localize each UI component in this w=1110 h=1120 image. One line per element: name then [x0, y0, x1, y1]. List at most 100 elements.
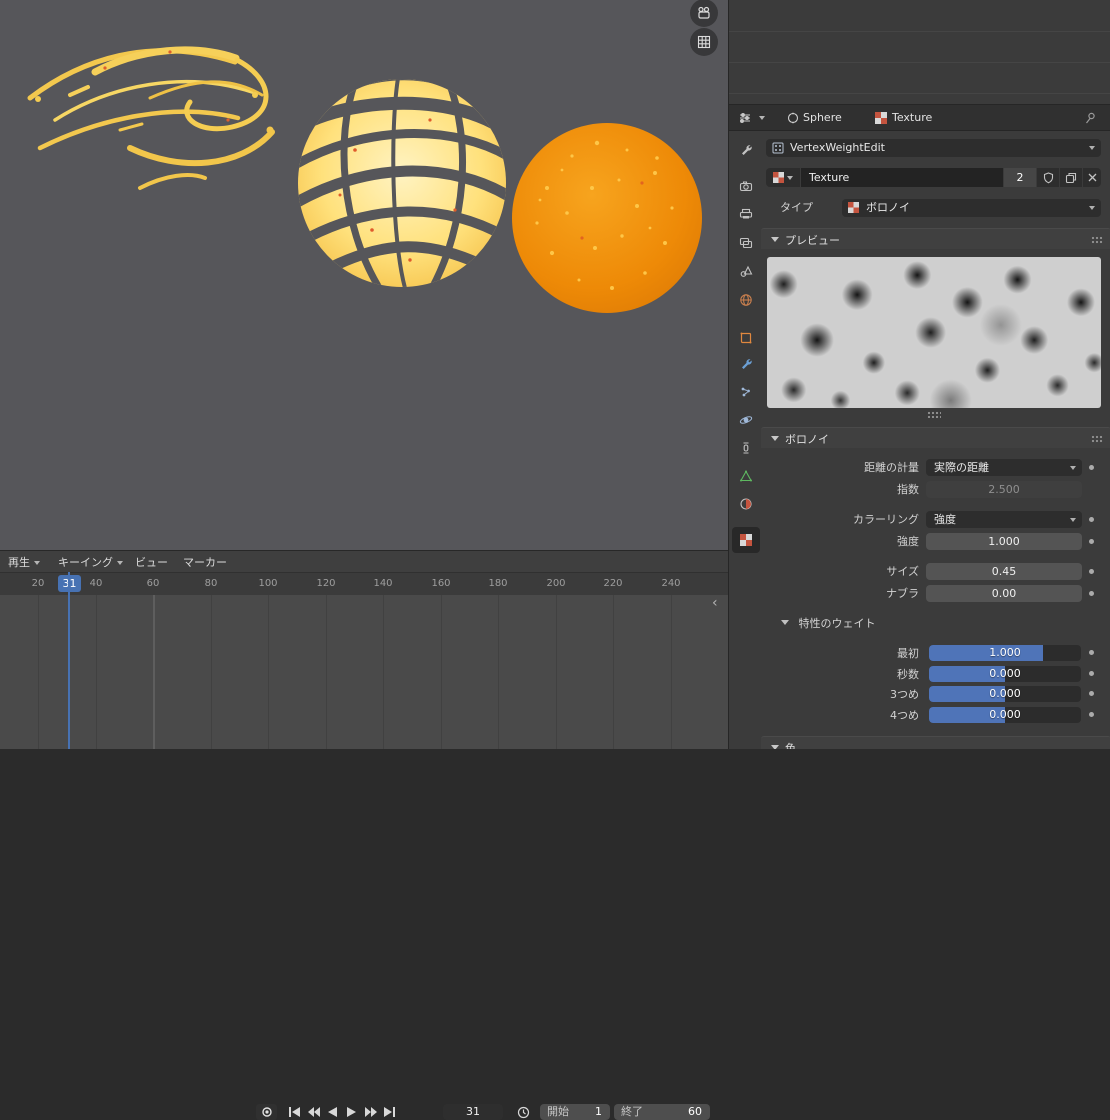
- weight-second-label: 秒数: [897, 668, 919, 681]
- intensity-label: 強度: [897, 535, 919, 548]
- grid-line: [498, 595, 499, 749]
- play-menu[interactable]: 再生: [8, 555, 40, 570]
- record-button[interactable]: [256, 1104, 277, 1120]
- animate-dot[interactable]: [1089, 691, 1094, 696]
- grid-line: [671, 595, 672, 749]
- coloring-label: カラーリング: [853, 513, 919, 526]
- section-voronoi[interactable]: ボロノイ: [761, 427, 1110, 448]
- tab-particles[interactable]: [732, 379, 760, 405]
- fake-user-button[interactable]: [1037, 168, 1059, 187]
- grid-line: [326, 595, 327, 749]
- animate-dot[interactable]: [1089, 517, 1094, 522]
- tab-scene[interactable]: [732, 258, 760, 284]
- animate-dot[interactable]: [1089, 712, 1094, 717]
- intensity-field[interactable]: 1.000: [926, 533, 1082, 550]
- collapse-arrow-icon[interactable]: ‹: [712, 596, 718, 610]
- texture-name-field[interactable]: Texture: [801, 168, 1003, 187]
- vertex-weight-icon: [772, 142, 784, 154]
- timeline-ruler[interactable]: 20 40 60 80 100 120 140 160 180 200 220 …: [0, 572, 728, 595]
- marker-menu[interactable]: マーカー: [183, 555, 227, 570]
- pin-button[interactable]: [1083, 111, 1097, 125]
- tab-constraints[interactable]: [732, 435, 760, 461]
- tab-render[interactable]: [732, 173, 760, 199]
- end-frame-field[interactable]: 終了 60: [614, 1104, 710, 1120]
- camera-view-button[interactable]: [690, 0, 718, 27]
- prev-keyframe-button[interactable]: [304, 1104, 323, 1120]
- keying-menu[interactable]: キーイング: [58, 555, 123, 570]
- tab-view-layer[interactable]: [732, 230, 760, 256]
- weight-fourth-slider[interactable]: 0.000: [929, 707, 1081, 723]
- grid-icon: [697, 35, 711, 49]
- texture-browse-button[interactable]: [766, 168, 800, 187]
- animate-dot[interactable]: [1089, 671, 1094, 676]
- section-preview[interactable]: プレビュー: [761, 228, 1110, 249]
- tab-physics[interactable]: [732, 407, 760, 433]
- animate-dot[interactable]: [1089, 465, 1094, 470]
- ruler-tick: 180: [488, 578, 508, 589]
- tab-object-data[interactable]: [732, 463, 760, 489]
- object-data-icon: [740, 470, 752, 482]
- weight-second-slider[interactable]: 0.000: [929, 666, 1081, 682]
- texture-type-dropdown[interactable]: ボロノイ: [842, 199, 1101, 217]
- ruler-tick: 140: [373, 578, 393, 589]
- size-field[interactable]: 0.45: [926, 563, 1082, 580]
- start-frame-field[interactable]: 開始 1: [540, 1104, 610, 1120]
- collapse-triangle-icon: [771, 436, 779, 441]
- preview-range-toggle[interactable]: [514, 1104, 532, 1120]
- start-frame-label: 開始: [547, 1105, 569, 1118]
- unlink-button[interactable]: [1083, 168, 1101, 187]
- tab-object[interactable]: [732, 325, 760, 351]
- weight-first-slider[interactable]: 1.000: [929, 645, 1081, 661]
- animate-dot[interactable]: [1089, 569, 1094, 574]
- tab-texture[interactable]: [732, 527, 760, 553]
- section-color[interactable]: 色: [761, 736, 1110, 749]
- distance-metric-dropdown[interactable]: 実際の距離: [926, 459, 1082, 476]
- weight-third-slider[interactable]: 0.000: [929, 686, 1081, 702]
- preview-resize-handle[interactable]: [927, 411, 941, 418]
- view-menu[interactable]: ビュー: [135, 555, 168, 570]
- playhead[interactable]: [68, 572, 70, 749]
- next-keyframe-button[interactable]: [361, 1104, 380, 1120]
- jump-start-button[interactable]: [285, 1104, 304, 1120]
- jump-end-icon: [384, 1107, 395, 1117]
- view-layer-icon: [739, 237, 753, 249]
- texture-users-button[interactable]: 2: [1004, 168, 1036, 187]
- distance-metric-label: 距離の計量: [864, 461, 919, 474]
- tab-world[interactable]: [732, 287, 760, 313]
- exponent-field[interactable]: 2.500: [926, 481, 1082, 498]
- 3d-viewport[interactable]: [0, 0, 728, 550]
- tab-tool[interactable]: [732, 137, 760, 163]
- play-reverse-button[interactable]: [323, 1104, 342, 1120]
- panel-grip-icon[interactable]: [1091, 435, 1103, 443]
- subsection-feature-weights[interactable]: 特性のウェイト: [781, 615, 876, 631]
- play-button[interactable]: [342, 1104, 361, 1120]
- chevron-down-icon: [1070, 466, 1076, 470]
- panel-grip-icon[interactable]: [1091, 236, 1103, 244]
- tab-modifiers[interactable]: [732, 351, 760, 377]
- particles-icon: [741, 387, 750, 397]
- timeline-tracks[interactable]: [0, 595, 728, 749]
- nabla-field[interactable]: 0.00: [926, 585, 1082, 602]
- animate-dot[interactable]: [1089, 591, 1094, 596]
- divider: [729, 62, 1110, 63]
- grid-toggle-button[interactable]: [690, 28, 718, 56]
- breadcrumb-texture[interactable]: Texture: [892, 111, 932, 124]
- weight-fourth-label: 4つめ: [890, 709, 919, 722]
- tab-material[interactable]: [732, 491, 760, 517]
- modifier-selector-dropdown[interactable]: VertexWeightEdit: [766, 139, 1101, 157]
- new-copy-button[interactable]: [1060, 168, 1082, 187]
- animate-dot[interactable]: [1089, 650, 1094, 655]
- breadcrumb-object[interactable]: Sphere: [803, 111, 842, 124]
- animate-dot[interactable]: [1089, 539, 1094, 544]
- orange-sphere: [512, 123, 702, 313]
- nabla-label: ナブラ: [886, 587, 919, 600]
- record-icon: [261, 1107, 272, 1117]
- constraints-icon: [743, 442, 749, 454]
- current-frame-field[interactable]: 31: [443, 1104, 503, 1120]
- jump-end-button[interactable]: [380, 1104, 399, 1120]
- physics-icon: [739, 416, 753, 424]
- editor-type-button[interactable]: [738, 111, 752, 125]
- coloring-dropdown[interactable]: 強度: [926, 511, 1082, 528]
- chevron-down-icon: [759, 116, 765, 120]
- chevron-down-icon: [787, 175, 793, 180]
